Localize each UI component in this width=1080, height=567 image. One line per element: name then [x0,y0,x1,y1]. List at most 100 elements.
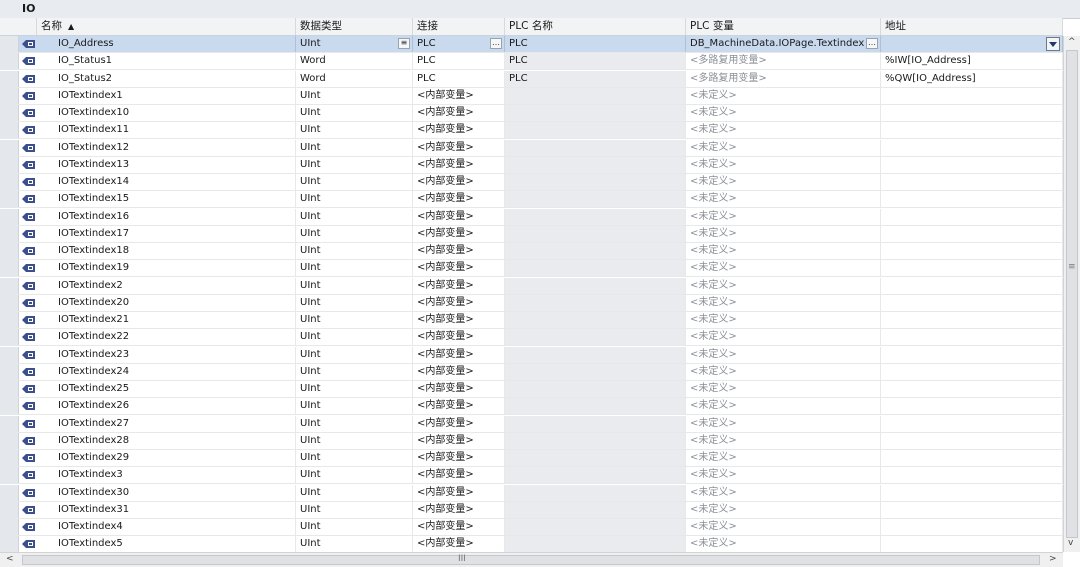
cell-plc-tag[interactable]: <未定义> [686,174,881,190]
cell-plc-tag[interactable]: <未定义> [686,467,881,484]
cell-plc-name[interactable] [505,484,686,501]
row-gutter[interactable] [0,329,19,346]
cell-plc-name[interactable] [505,415,686,432]
cell-address[interactable] [881,432,1063,449]
table-row[interactable]: IOTextindex15 UInt <内部变量> <未定义> [0,191,1063,209]
cell-plc-tag[interactable]: <未定义> [686,484,881,501]
row-gutter[interactable] [0,260,19,277]
cell-address[interactable] [881,156,1063,173]
cell-plc-tag[interactable]: <未定义> [686,312,881,328]
table-row[interactable]: IOTextindex10 UInt <内部变量> <未定义> [0,105,1063,122]
cell-connection[interactable]: <内部变量> [413,501,505,518]
cell-connection[interactable]: <内部变量> [413,208,505,225]
cell-connection[interactable]: <内部变量> [413,415,505,432]
cell-plc-name[interactable] [505,87,686,104]
cell-address[interactable] [881,398,1063,415]
cell-address[interactable] [881,36,1063,52]
row-gutter[interactable] [0,363,19,380]
cell-address[interactable] [881,260,1063,277]
cell-connection[interactable]: <内部变量> [413,381,505,397]
table-row[interactable]: IOTextindex5 UInt <内部变量> <未定义> [0,536,1063,554]
cell-address[interactable] [881,467,1063,484]
cell-address[interactable] [881,105,1063,121]
cell-plc-name[interactable] [505,398,686,415]
row-gutter[interactable] [0,381,19,397]
cell-name[interactable]: IOTextindex13 [58,156,296,173]
table-row[interactable]: IOTextindex31 UInt <内部变量> <未定义> [0,501,1063,519]
column-header-datatype[interactable]: 数据类型 [296,18,413,35]
cell-connection[interactable]: <内部变量> [413,329,505,346]
table-row[interactable]: IOTextindex20 UInt <内部变量> <未定义> [0,294,1063,312]
cell-plc-tag[interactable]: <未定义> [686,208,881,225]
cell-address[interactable] [881,243,1063,259]
cell-plc-tag[interactable]: <未定义> [686,122,881,139]
horizontal-scrollbar[interactable]: < III > [0,552,1063,567]
row-gutter[interactable] [0,156,19,173]
cell-plc-tag[interactable]: <未定义> [686,243,881,259]
cell-datatype[interactable]: UInt [296,225,413,242]
cell-plc-name[interactable] [505,519,686,535]
table-row[interactable]: IOTextindex22 UInt <内部变量> <未定义> [0,329,1063,347]
cell-name[interactable]: IO_Status1 [58,53,296,70]
table-row[interactable]: IOTextindex13 UInt <内部变量> <未定义> [0,156,1063,174]
cell-datatype[interactable]: UInt [296,536,413,553]
table-row[interactable]: IOTextindex4 UInt <内部变量> <未定义> [0,519,1063,536]
column-header-name[interactable]: 名称 ▲ [37,18,296,35]
cell-plc-tag[interactable]: <未定义> [686,519,881,535]
cell-datatype[interactable]: UInt [296,467,413,484]
cell-address[interactable]: %IW[IO_Address] [881,53,1063,70]
table-row[interactable]: IOTextindex12 UInt <内部变量> <未定义> [0,139,1063,157]
cell-address[interactable] [881,484,1063,501]
cell-name[interactable]: IOTextindex4 [58,519,296,535]
column-header-address[interactable]: 地址 [881,18,1063,35]
cell-address[interactable]: %QW[IO_Address] [881,70,1063,87]
cell-datatype[interactable]: UInt [296,329,413,346]
cell-plc-name[interactable] [505,501,686,518]
cell-address[interactable] [881,225,1063,242]
cell-plc-tag[interactable]: <未定义> [686,225,881,242]
vertical-scrollbar[interactable]: ^ ≡ v [1063,36,1080,552]
cell-plc-name[interactable] [505,450,686,466]
row-gutter[interactable] [0,346,19,363]
cell-datatype[interactable]: UInt [296,174,413,190]
cell-datatype[interactable]: UInt [296,139,413,156]
cell-plc-tag[interactable]: <未定义> [686,87,881,104]
cell-name[interactable]: IOTextindex14 [58,174,296,190]
cell-name[interactable]: IOTextindex20 [58,294,296,311]
cell-connection[interactable]: <内部变量> [413,139,505,156]
cell-connection[interactable]: <内部变量> [413,467,505,484]
cell-connection[interactable]: <内部变量> [413,174,505,190]
row-gutter[interactable] [0,432,19,449]
cell-plc-tag[interactable]: <未定义> [686,329,881,346]
cell-name[interactable]: IOTextindex21 [58,312,296,328]
cell-connection[interactable]: <内部变量> [413,87,505,104]
cell-name[interactable]: IOTextindex16 [58,208,296,225]
cell-name[interactable]: IOTextindex5 [58,536,296,553]
cell-plc-name[interactable]: PLC [505,70,686,87]
column-header-connection[interactable]: 连接 [413,18,505,35]
cell-connection[interactable]: <内部变量> [413,191,505,208]
cell-name[interactable]: IOTextindex17 [58,225,296,242]
row-gutter[interactable] [0,450,19,466]
row-gutter[interactable] [0,225,19,242]
table-row[interactable]: IO_Status2 Word PLC PLC <多路复用变量> %QW[IO_Addre… [0,70,1063,88]
cell-name[interactable]: IOTextindex15 [58,191,296,208]
cell-address[interactable] [881,415,1063,432]
table-row[interactable]: IOTextindex29 UInt <内部变量> <未定义> [0,450,1063,467]
cell-name[interactable]: IOTextindex11 [58,122,296,139]
cell-plc-name[interactable] [505,208,686,225]
cell-datatype[interactable]: UInt [296,122,413,139]
cell-datatype[interactable]: UInt [296,432,413,449]
row-gutter[interactable] [0,174,19,190]
row-gutter[interactable] [0,415,19,432]
cell-plc-tag[interactable]: <未定义> [686,450,881,466]
cell-datatype[interactable]: UInt [296,501,413,518]
address-dropdown-button[interactable] [1046,37,1060,51]
cell-address[interactable] [881,139,1063,156]
cell-name[interactable]: IO_Address [58,36,296,52]
cell-address[interactable] [881,312,1063,328]
row-gutter[interactable] [0,243,19,259]
cell-plc-tag[interactable]: <多路复用变量> [686,53,881,70]
cell-plc-name[interactable]: PLC [505,53,686,70]
table-row[interactable]: IOTextindex21 UInt <内部变量> <未定义> [0,312,1063,329]
